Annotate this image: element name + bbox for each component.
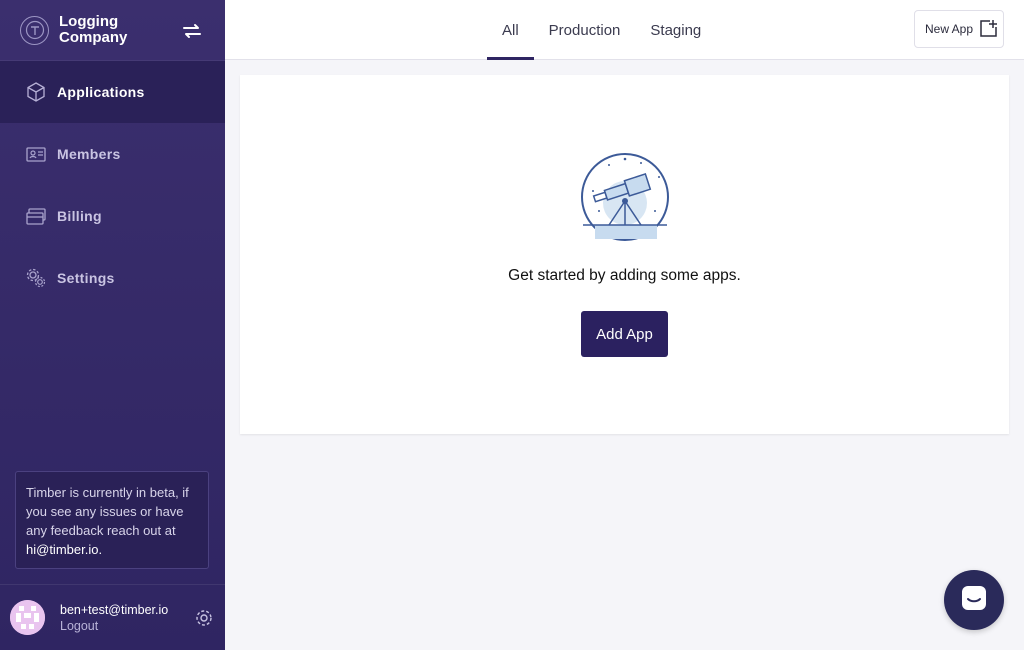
add-square-icon [978, 19, 998, 39]
gear-icon [24, 266, 48, 290]
environment-tabs: All Production Staging [487, 0, 716, 60]
empty-state-message: Get started by adding some apps. [508, 267, 741, 284]
user-settings-gear-icon[interactable] [193, 607, 215, 629]
empty-state-card: Get started by adding some apps. Add App [240, 75, 1009, 434]
avatar [10, 600, 45, 635]
sidebar-item-applications[interactable]: Applications [0, 61, 225, 123]
id-card-icon [24, 142, 48, 166]
chat-launcher-button[interactable] [944, 570, 1004, 630]
beta-notice: Timber is currently in beta, if you see … [15, 471, 209, 569]
tab-all[interactable]: All [487, 0, 534, 60]
user-panel: ben+test@timber.io Logout [0, 584, 225, 650]
tab-production[interactable]: Production [534, 0, 636, 60]
cube-icon [24, 80, 48, 104]
sidebar: Logging Company Applications Members Bil… [0, 0, 225, 650]
sidebar-item-label: Applications [57, 84, 145, 100]
new-app-button[interactable]: New App [914, 10, 1004, 48]
credit-card-icon [24, 204, 48, 228]
support-email-link[interactable]: hi@timber.io. [26, 542, 102, 557]
timber-logo-icon [20, 15, 49, 45]
switch-org-icon[interactable] [181, 20, 203, 42]
sidebar-item-label: Members [57, 146, 121, 162]
chat-icon [959, 583, 989, 618]
add-app-button[interactable]: Add App [581, 311, 668, 357]
org-name: Logging Company [59, 13, 128, 46]
beta-notice-text: Timber is currently in beta, if you see … [26, 485, 189, 538]
tab-staging[interactable]: Staging [635, 0, 716, 60]
sidebar-item-billing[interactable]: Billing [0, 185, 225, 247]
sidebar-item-members[interactable]: Members [0, 123, 225, 185]
sidebar-item-label: Billing [57, 208, 102, 224]
logout-link[interactable]: Logout [60, 619, 168, 633]
top-bar: All Production Staging New App [225, 0, 1024, 60]
org-header: Logging Company [0, 0, 225, 61]
sidebar-item-settings[interactable]: Settings [0, 247, 225, 309]
user-email: ben+test@timber.io [60, 602, 169, 617]
new-app-label: New App [925, 22, 974, 36]
telescope-icon [579, 151, 671, 243]
sidebar-item-label: Settings [57, 270, 115, 286]
